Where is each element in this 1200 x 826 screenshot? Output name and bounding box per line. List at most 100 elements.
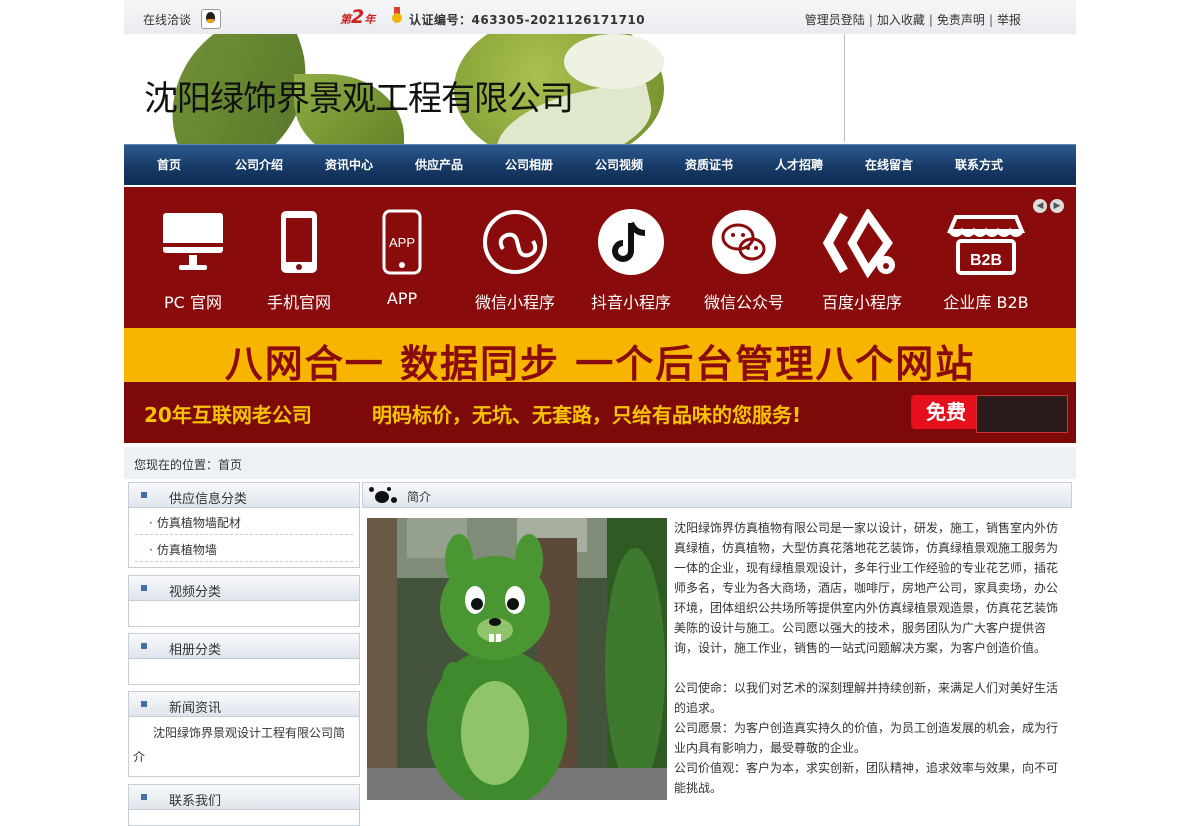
banner-item-baidu: 百度小程序: [822, 207, 902, 312]
mobile-icon: [281, 211, 317, 273]
promo-left-text: 20年互联网老公司: [144, 403, 312, 427]
disclaimer-link[interactable]: 免责声明: [937, 13, 985, 27]
nav-news[interactable]: 资讯中心: [325, 156, 373, 173]
monitor-icon: [163, 213, 223, 270]
ink-splash-icon: [365, 485, 399, 505]
wechat-icon: [712, 210, 776, 274]
intro-values: 公司价值观：客户为本，求实创新，团队精神，追求效率与效果，向不可能挑战。: [674, 761, 1059, 795]
app-text: APP: [389, 235, 415, 250]
box-title: 新闻资讯: [169, 701, 222, 716]
company-intro: 沈阳绿饰界仿真植物有限公司是一家以设计，研发，施工，销售室内外仿真绿植，仿真植物…: [674, 518, 1062, 798]
nav-album[interactable]: 公司相册: [505, 156, 553, 173]
douyin-icon: [598, 209, 664, 275]
banner-item-app: APP APP: [362, 209, 442, 308]
bullet-icon: [141, 701, 147, 707]
news-link[interactable]: 沈阳绿饰界景观设计工程有限公司简介: [129, 717, 359, 775]
promo-thumbnail[interactable]: [976, 395, 1068, 433]
banner-label: 企业库 B2B: [943, 293, 1029, 312]
box-title: 视频分类: [169, 585, 222, 600]
breadcrumb-bar: 您现在的位置：首页: [124, 447, 1076, 479]
separator: |: [868, 13, 873, 27]
next-arrow-icon[interactable]: ▶: [1050, 199, 1064, 213]
category-item[interactable]: 仿真植物墙: [135, 535, 353, 562]
nav-home[interactable]: 首页: [157, 156, 181, 173]
banner-item-mobile: 手机官网: [259, 209, 339, 312]
nav-message[interactable]: 在线留言: [865, 156, 913, 173]
breadcrumb: 您现在的位置：首页: [134, 458, 243, 472]
cert-number: 认证编号：463305-2021126171710: [409, 13, 646, 27]
nav-contact[interactable]: 联系方式: [955, 156, 1003, 173]
category-label[interactable]: 仿真植物墙: [149, 541, 217, 558]
banner-controls: ◀ ▶: [1030, 197, 1064, 213]
membership-years: 第2年: [340, 6, 376, 28]
nav-video[interactable]: 公司视频: [595, 156, 643, 173]
report-link[interactable]: 举报: [997, 13, 1021, 27]
separator: |: [928, 13, 933, 27]
promo-right-text: 明码标价，无坑、无套路，只给有品味的您服务!: [372, 403, 802, 427]
squirrel-topiary-image: [367, 518, 667, 800]
company-title: 沈阳绿饰界景观工程有限公司: [144, 79, 574, 119]
qq-icon[interactable]: [201, 9, 221, 29]
medal-icon: [392, 7, 402, 25]
page-wrapper: 在线洽谈 第2年 认证编号：463305-2021126171710 管理员登陆…: [124, 0, 1076, 826]
nav-jobs[interactable]: 人才招聘: [775, 156, 823, 173]
box-title: 供应信息分类: [169, 492, 248, 507]
nav-products[interactable]: 供应产品: [415, 156, 463, 173]
banner-label: 百度小程序: [821, 293, 902, 312]
section-title: 简介: [407, 490, 432, 504]
separator: |: [988, 13, 993, 27]
intro-paragraph: 沈阳绿饰界仿真植物有限公司是一家以设计，研发，施工，销售室内外仿真绿植，仿真植物…: [674, 521, 1059, 655]
add-favorite-link[interactable]: 加入收藏: [877, 13, 925, 27]
contact-box: 联系我们: [128, 784, 360, 826]
admin-login-link[interactable]: 管理员登陆: [805, 13, 865, 27]
promo-strip: 20年互联网老公司 明码标价，无坑、无套路，只给有品味的您服务! 免费: [124, 382, 1076, 443]
banner-item-miniprogram: 微信小程序: [475, 209, 555, 312]
banner-label: 微信小程序: [474, 293, 555, 312]
top-bar: 在线洽谈 第2年 认证编号：463305-2021126171710 管理员登陆…: [124, 0, 1076, 35]
slogan-band: 八网合一 数据同步 一个后台管理八个网站: [124, 328, 1076, 386]
main-nav: 首页 公司介绍 资讯中心 供应产品 公司相册 公司视频 资质证书 人才招聘 在线…: [124, 144, 1076, 185]
company-photo: [367, 518, 667, 800]
site-header: 沈阳绿饰界景观工程有限公司: [124, 34, 1076, 144]
banner-label: 微信公众号: [703, 293, 784, 312]
box-title: 相册分类: [169, 643, 222, 658]
box-header: 相册分类: [129, 634, 359, 659]
bullet-icon: [141, 794, 147, 800]
banner-label: APP: [386, 289, 418, 308]
online-chat-link[interactable]: 在线洽谈: [143, 11, 191, 28]
box-header: 视频分类: [129, 576, 359, 601]
section-header: 简介: [362, 482, 1072, 508]
app-icon: APP: [382, 209, 422, 275]
banner-item-b2b: B2B 企业库 B2B: [943, 209, 1029, 312]
category-item[interactable]: 仿真植物墙配材: [135, 508, 353, 535]
news-box: 新闻资讯 沈阳绿饰界景观设计工程有限公司简介: [128, 691, 360, 777]
bullet-icon: [141, 492, 147, 498]
intro-vision: 公司愿景：为客户创造真实持久的价值，为员工创造发展的机会，成为行业内具有影响力，…: [674, 721, 1059, 755]
mini-program-icon: [483, 210, 547, 274]
divider: [844, 34, 845, 142]
banner-item-wechat: 微信公众号: [704, 209, 784, 312]
free-button[interactable]: 免费: [911, 395, 981, 429]
b2b-store-icon: B2B: [946, 215, 1026, 275]
category-label[interactable]: 仿真植物墙配材: [149, 514, 241, 531]
nav-certificates[interactable]: 资质证书: [685, 156, 733, 173]
bullet-icon: [141, 643, 147, 649]
box-header: 供应信息分类: [129, 483, 359, 508]
b2b-text: B2B: [970, 252, 1002, 269]
nav-about[interactable]: 公司介绍: [235, 156, 283, 173]
top-links: 管理员登陆 | 加入收藏 | 免责声明 | 举报: [805, 11, 1021, 28]
box-header: 联系我们: [129, 785, 359, 810]
album-category-box: 相册分类: [128, 633, 360, 685]
leaf-decoration: [564, 34, 664, 89]
slogan-text: 八网合一 数据同步 一个后台管理八个网站: [224, 342, 976, 386]
video-category-box: 视频分类: [128, 575, 360, 627]
bullet-icon: [141, 585, 147, 591]
banner-label: 抖音小程序: [590, 293, 671, 312]
supply-category-box: 供应信息分类 仿真植物墙配材 仿真植物墙: [128, 482, 360, 568]
banner-item-pc: PC 官网: [153, 209, 233, 312]
intro-mission: 公司使命：以我们对艺术的深刻理解并持续创新，来满足人们对美好生活的追求。: [674, 681, 1059, 715]
banner-item-douyin: 抖音小程序: [591, 209, 671, 312]
promo-banner[interactable]: ◀ ▶ PC 官网 手机官网 APP APP 微信小程序 抖音小程序 微信公众号…: [124, 187, 1076, 443]
prev-arrow-icon[interactable]: ◀: [1033, 199, 1047, 213]
baidu-icon: [822, 207, 895, 279]
